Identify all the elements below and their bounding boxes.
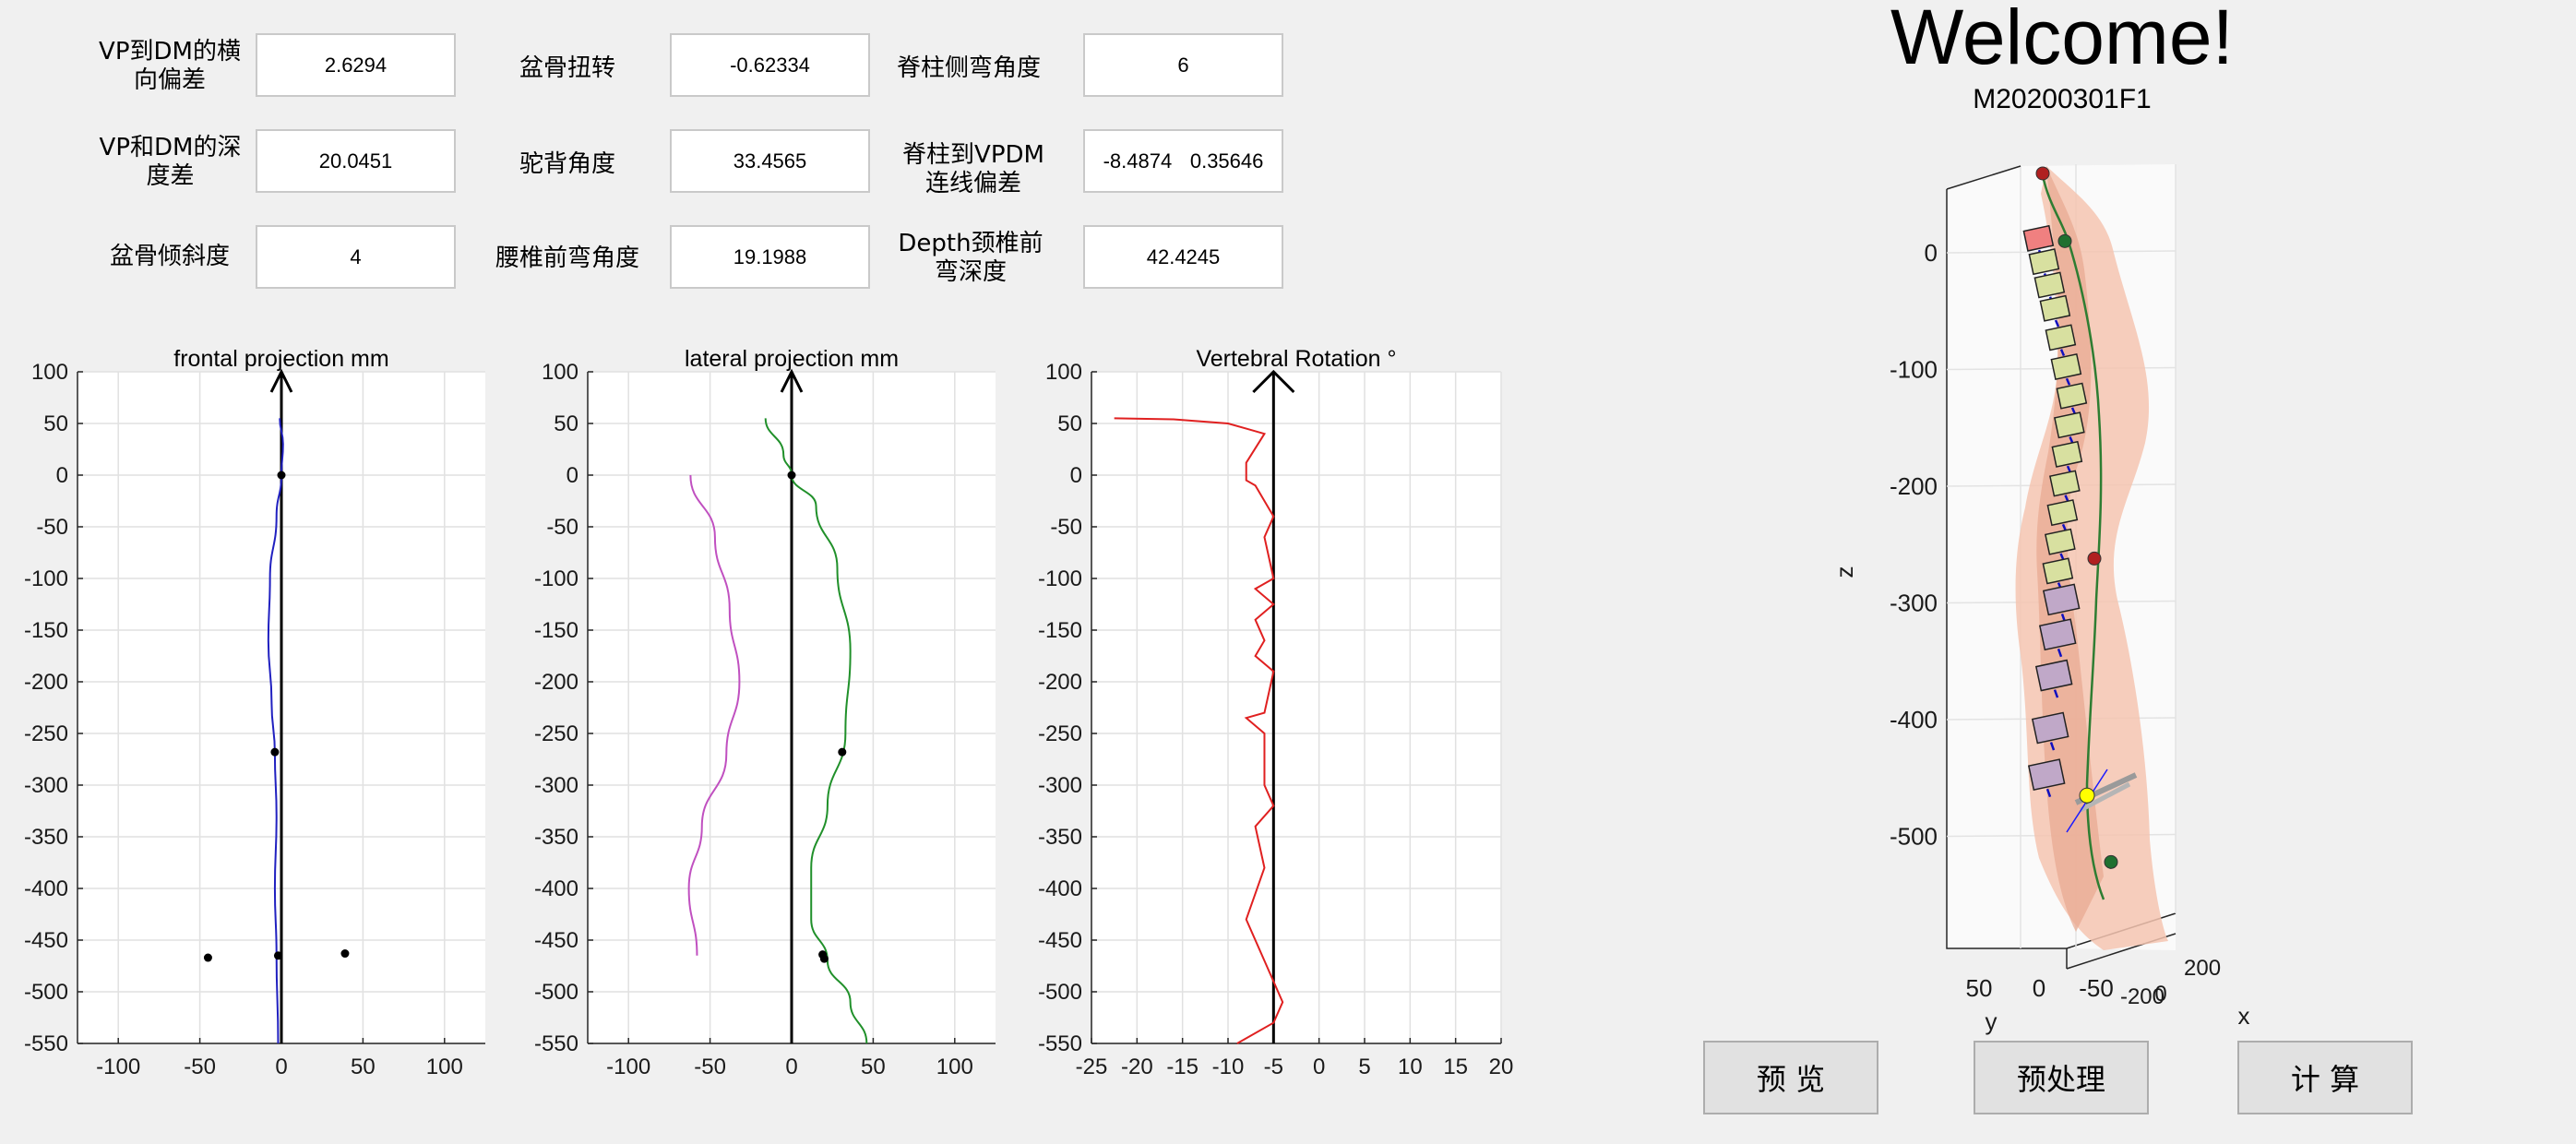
y-tick-label: -150 [1038, 618, 1082, 643]
marker-top [2035, 166, 2050, 181]
x-tick-label: 200 [2184, 956, 2221, 981]
plot-area [1091, 372, 1501, 1043]
y-tick-label: 50 [1057, 411, 1082, 436]
vertebra [2028, 248, 2060, 276]
marker-pelvis [2079, 787, 2095, 804]
marker-mid [2087, 551, 2102, 566]
y-tick-label: -200 [1038, 670, 1082, 695]
marker-c7 [2057, 233, 2072, 248]
vertebra [2049, 470, 2081, 497]
marker-bottom [2104, 854, 2118, 869]
x-tick-label: 20 [1489, 1055, 1514, 1079]
x-tick-label: 0 [1313, 1055, 1325, 1079]
vertebra [2051, 440, 2083, 468]
y-tick-label: 0 [1070, 463, 1082, 488]
z-axis-label: z [1831, 566, 1858, 578]
x-tick-label: -10 [1212, 1055, 1245, 1079]
vertebra [2050, 353, 2082, 380]
x-tick-label: -25 [1076, 1055, 1108, 1079]
y-tick-label: -550 [1038, 1031, 1082, 1056]
z-tick-label: -300 [1890, 590, 1938, 617]
vertebra [2045, 528, 2076, 555]
y-tick-label: -50 [2079, 974, 2114, 1002]
y-tick-label: 0 [2033, 974, 2045, 1002]
y-tick-label: -50 [1050, 515, 1082, 540]
y-tick-label: 50 [1966, 974, 1993, 1002]
welcome-title: Welcome! [1890, 0, 2234, 80]
preprocess-button[interactable]: 预处理 [1974, 1041, 2149, 1114]
x-tick-label: -200 [2120, 984, 2165, 1009]
z-tick-label: -100 [1890, 356, 1938, 384]
vertebra [2056, 382, 2088, 410]
y-tick-label: 100 [1045, 360, 1082, 385]
y-tick-label: -300 [1038, 773, 1082, 798]
vertebra [2039, 294, 2071, 322]
file-id: M20200301F1 [1973, 84, 2152, 114]
vertebra [2033, 271, 2066, 299]
y-tick-label: -250 [1038, 721, 1082, 746]
y-tick-label: -400 [1038, 876, 1082, 901]
z-tick-label: -500 [1890, 823, 1938, 851]
x-tick-label: 5 [1358, 1055, 1370, 1079]
spine-3d-view[interactable]: 0-100-200-300-400-500z50 0 -50y2000-200x [1799, 138, 2316, 1043]
vertebra [2042, 557, 2074, 585]
y-tick-label: -350 [1038, 825, 1082, 850]
z-tick-label: -200 [1890, 472, 1938, 500]
z-tick-label: -400 [1890, 706, 1938, 733]
y-axis-label: y [1986, 1007, 1998, 1035]
x-tick-label: 15 [1443, 1055, 1468, 1079]
vertebra [2022, 224, 2055, 252]
x-tick-label: -5 [1264, 1055, 1283, 1079]
preview-button[interactable]: 预 览 [1703, 1041, 1878, 1114]
x-tick-label: 10 [1398, 1055, 1423, 1079]
vertebra [2045, 324, 2077, 352]
compute-button[interactable]: 计 算 [2237, 1041, 2413, 1114]
y-tick-label: -500 [1038, 980, 1082, 1005]
x-tick-label: -15 [1166, 1055, 1199, 1079]
vertebra [2054, 411, 2085, 439]
y-tick-label: -450 [1038, 928, 1082, 953]
y-tick-label: -100 [1038, 566, 1082, 591]
x-tick-label: -20 [1121, 1055, 1153, 1079]
chart-title: Vertebral Rotation ° [1196, 346, 1396, 372]
z-tick-label: 0 [1925, 239, 1938, 267]
vertebra [2046, 499, 2079, 527]
x-axis-label: x [2238, 1002, 2250, 1030]
